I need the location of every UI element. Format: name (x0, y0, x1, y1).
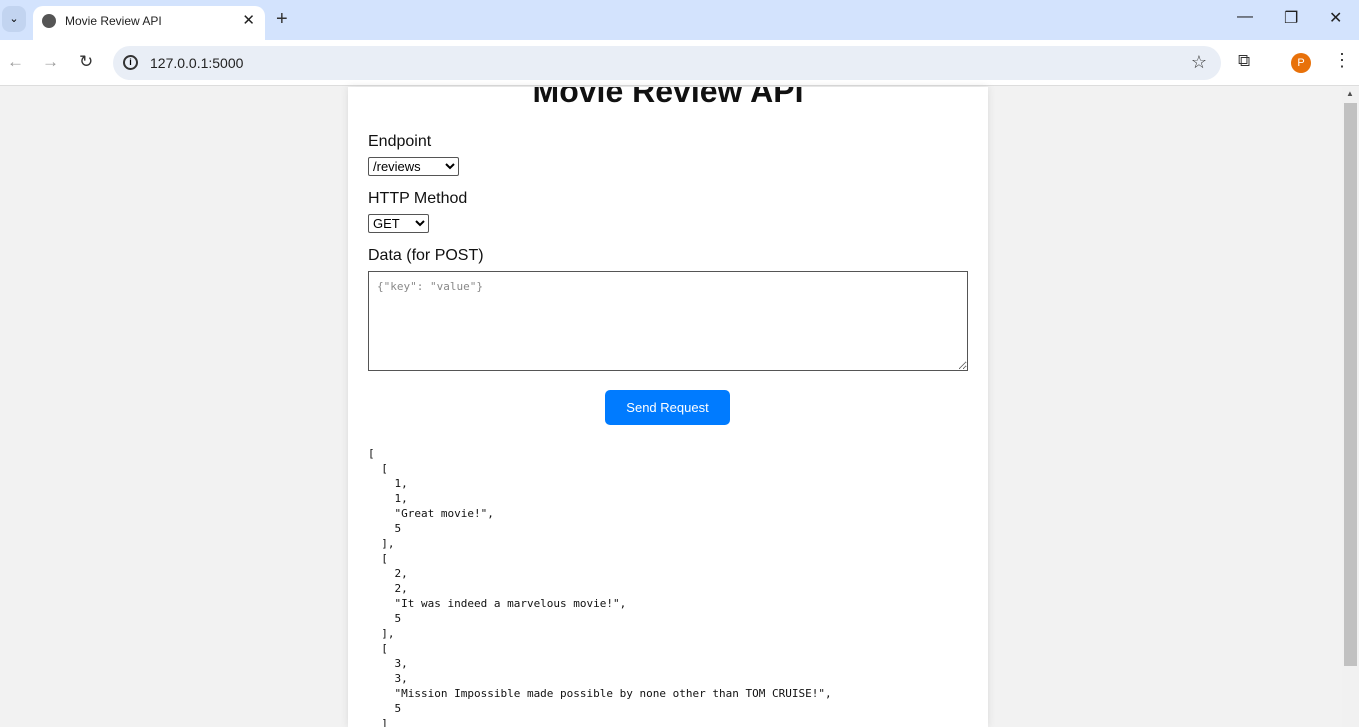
method-select[interactable]: GET (368, 214, 429, 233)
response-output: [ [ 1, 1, "Great movie!", 5 ], [ 2, 2, "… (368, 447, 832, 727)
endpoint-select[interactable]: /reviews (368, 157, 459, 176)
browser-tab[interactable]: Movie Review API ✕ (33, 6, 265, 40)
send-request-button[interactable]: Send Request (605, 390, 730, 425)
menu-icon[interactable]: ⋮ (1333, 50, 1351, 71)
globe-icon (42, 14, 56, 28)
browser-toolbar: ← → ↻ i 127.0.0.1:5000 ☆ (0, 40, 1359, 86)
scrollbar[interactable]: ▲ (1342, 87, 1359, 727)
endpoint-label: Endpoint (368, 133, 432, 150)
info-icon[interactable]: i (123, 55, 138, 70)
close-window-button[interactable]: ✕ (1329, 8, 1342, 28)
data-label: Data (for POST) (368, 247, 484, 264)
forward-button[interactable]: → (42, 52, 59, 72)
scrollbar-thumb[interactable] (1344, 103, 1357, 666)
reload-button[interactable]: ↻ (79, 52, 93, 72)
close-tab-icon[interactable]: ✕ (242, 11, 255, 29)
profile-avatar[interactable]: P (1291, 53, 1311, 73)
data-textarea[interactable] (368, 271, 968, 371)
minimize-button[interactable]: — (1237, 8, 1253, 26)
bookmark-star-icon[interactable]: ☆ (1191, 52, 1207, 73)
restore-button[interactable]: ❐ (1284, 8, 1298, 28)
scroll-up-icon[interactable]: ▲ (1346, 89, 1354, 98)
back-button[interactable]: ← (7, 52, 24, 72)
address-bar[interactable]: i 127.0.0.1:5000 ☆ (113, 46, 1221, 80)
api-tester-card: Movie Review API Endpoint /reviews HTTP … (348, 87, 988, 727)
method-label: HTTP Method (368, 190, 468, 207)
tab-strip: ⌄ Movie Review API ✕ + — ❐ ✕ (0, 0, 1359, 40)
page-title: Movie Review API (532, 87, 804, 109)
new-tab-button[interactable]: + (276, 8, 288, 31)
tab-title: Movie Review API (65, 14, 162, 28)
extensions-icon[interactable]: ⧉ (1238, 51, 1250, 71)
url-text[interactable]: 127.0.0.1:5000 (150, 55, 243, 71)
tab-search-button[interactable]: ⌄ (2, 6, 26, 32)
